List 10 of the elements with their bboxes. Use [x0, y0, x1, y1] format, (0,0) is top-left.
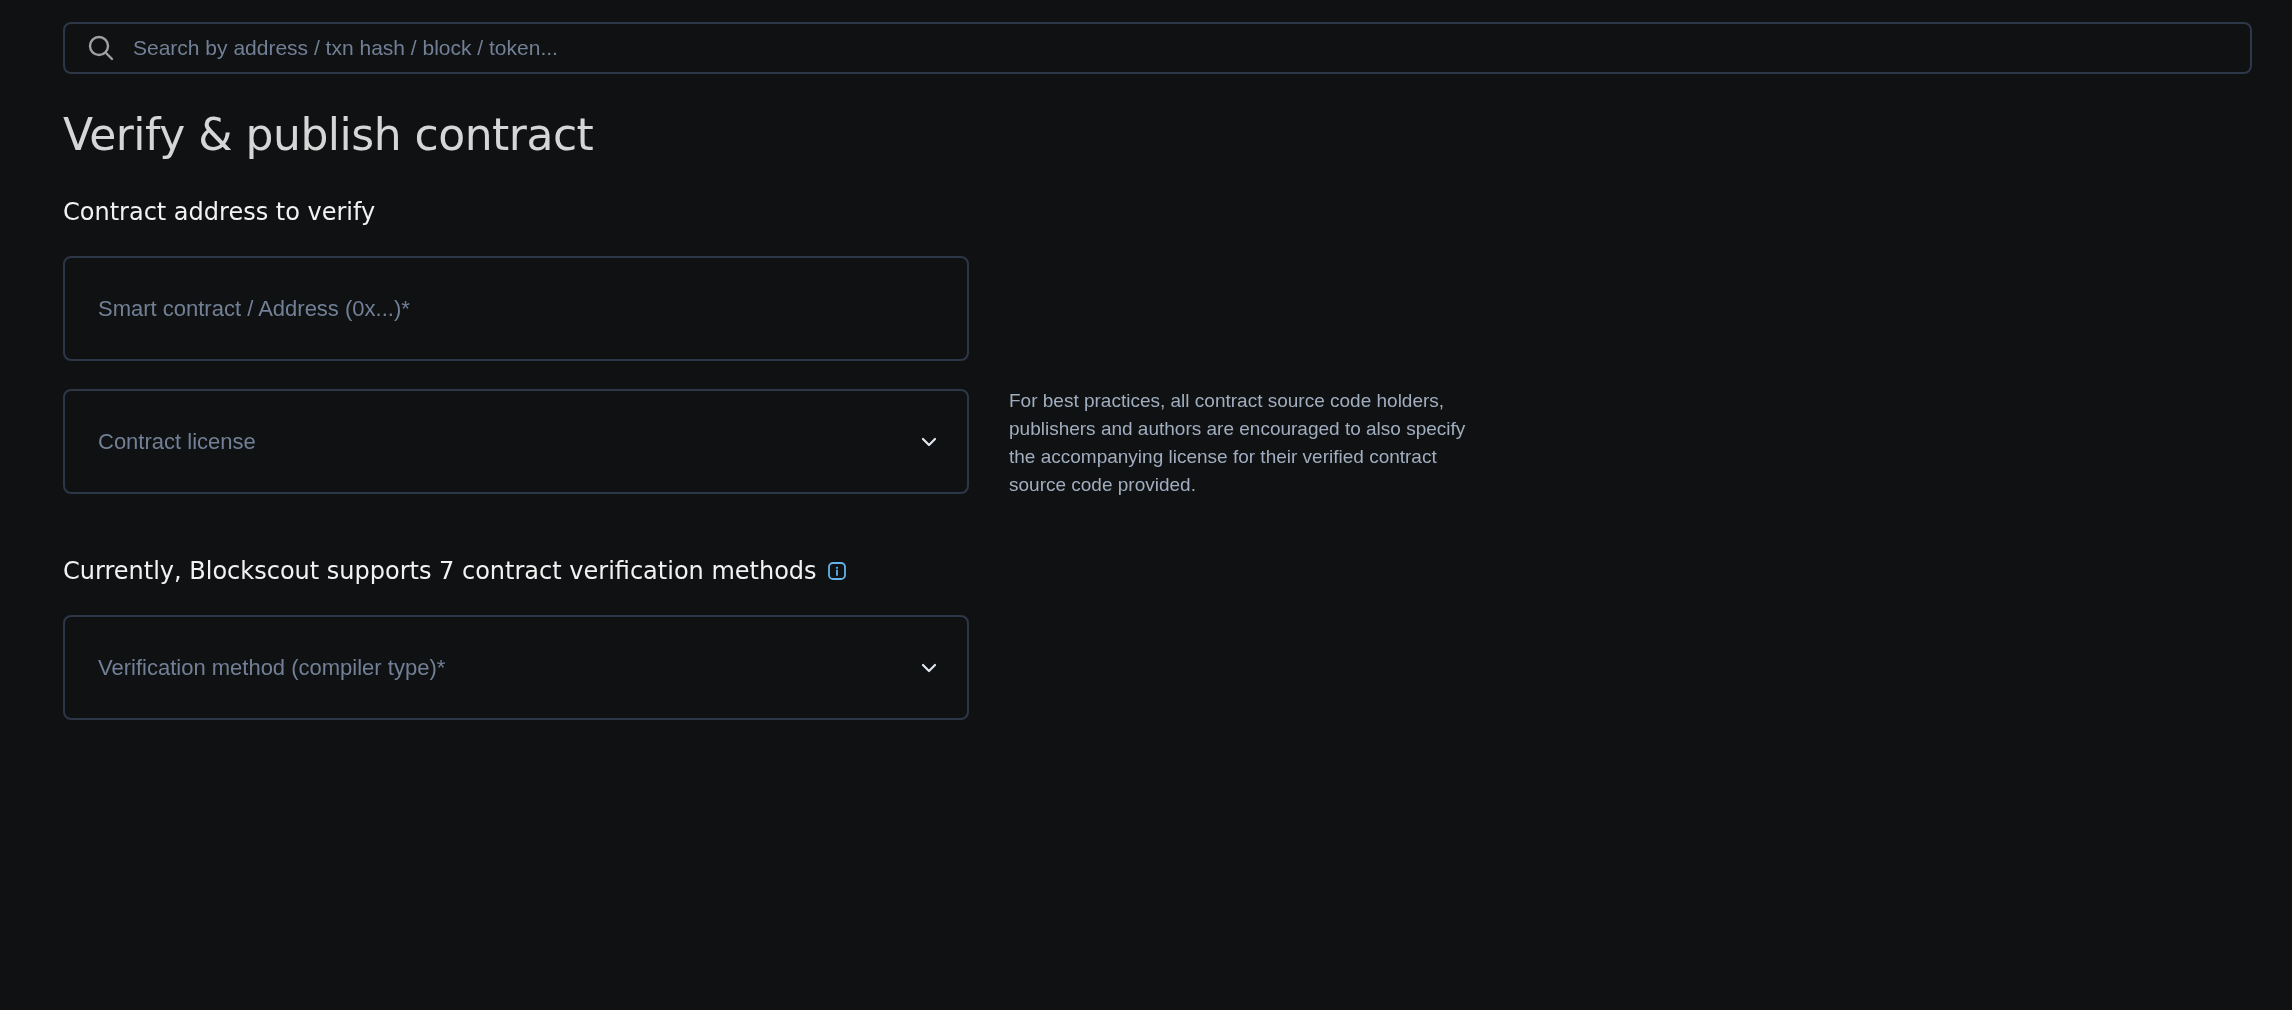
- select-field[interactable]: Contract license: [63, 389, 969, 494]
- select-field[interactable]: Verification method (compiler type)*: [63, 615, 969, 720]
- search-field[interactable]: Search by address / txn hash / block / token...: [63, 22, 2252, 74]
- help-text: For best practices, all contract source code holders, publishers and authors are encouraged to also specify the accompanying license for their verified contract source code provided.: [1009, 389, 1467, 497]
- section-heading: Currently, Blockscout supports 7 contract verification methods: [63, 557, 817, 585]
- search-icon: [87, 34, 115, 62]
- section-heading: Contract address to verify: [63, 198, 376, 226]
- address-field[interactable]: Smart contract / Address (0x...)*: [63, 256, 969, 361]
- info-icon[interactable]: [826, 561, 847, 581]
- page-title: Verify & publish contract: [63, 108, 595, 162]
